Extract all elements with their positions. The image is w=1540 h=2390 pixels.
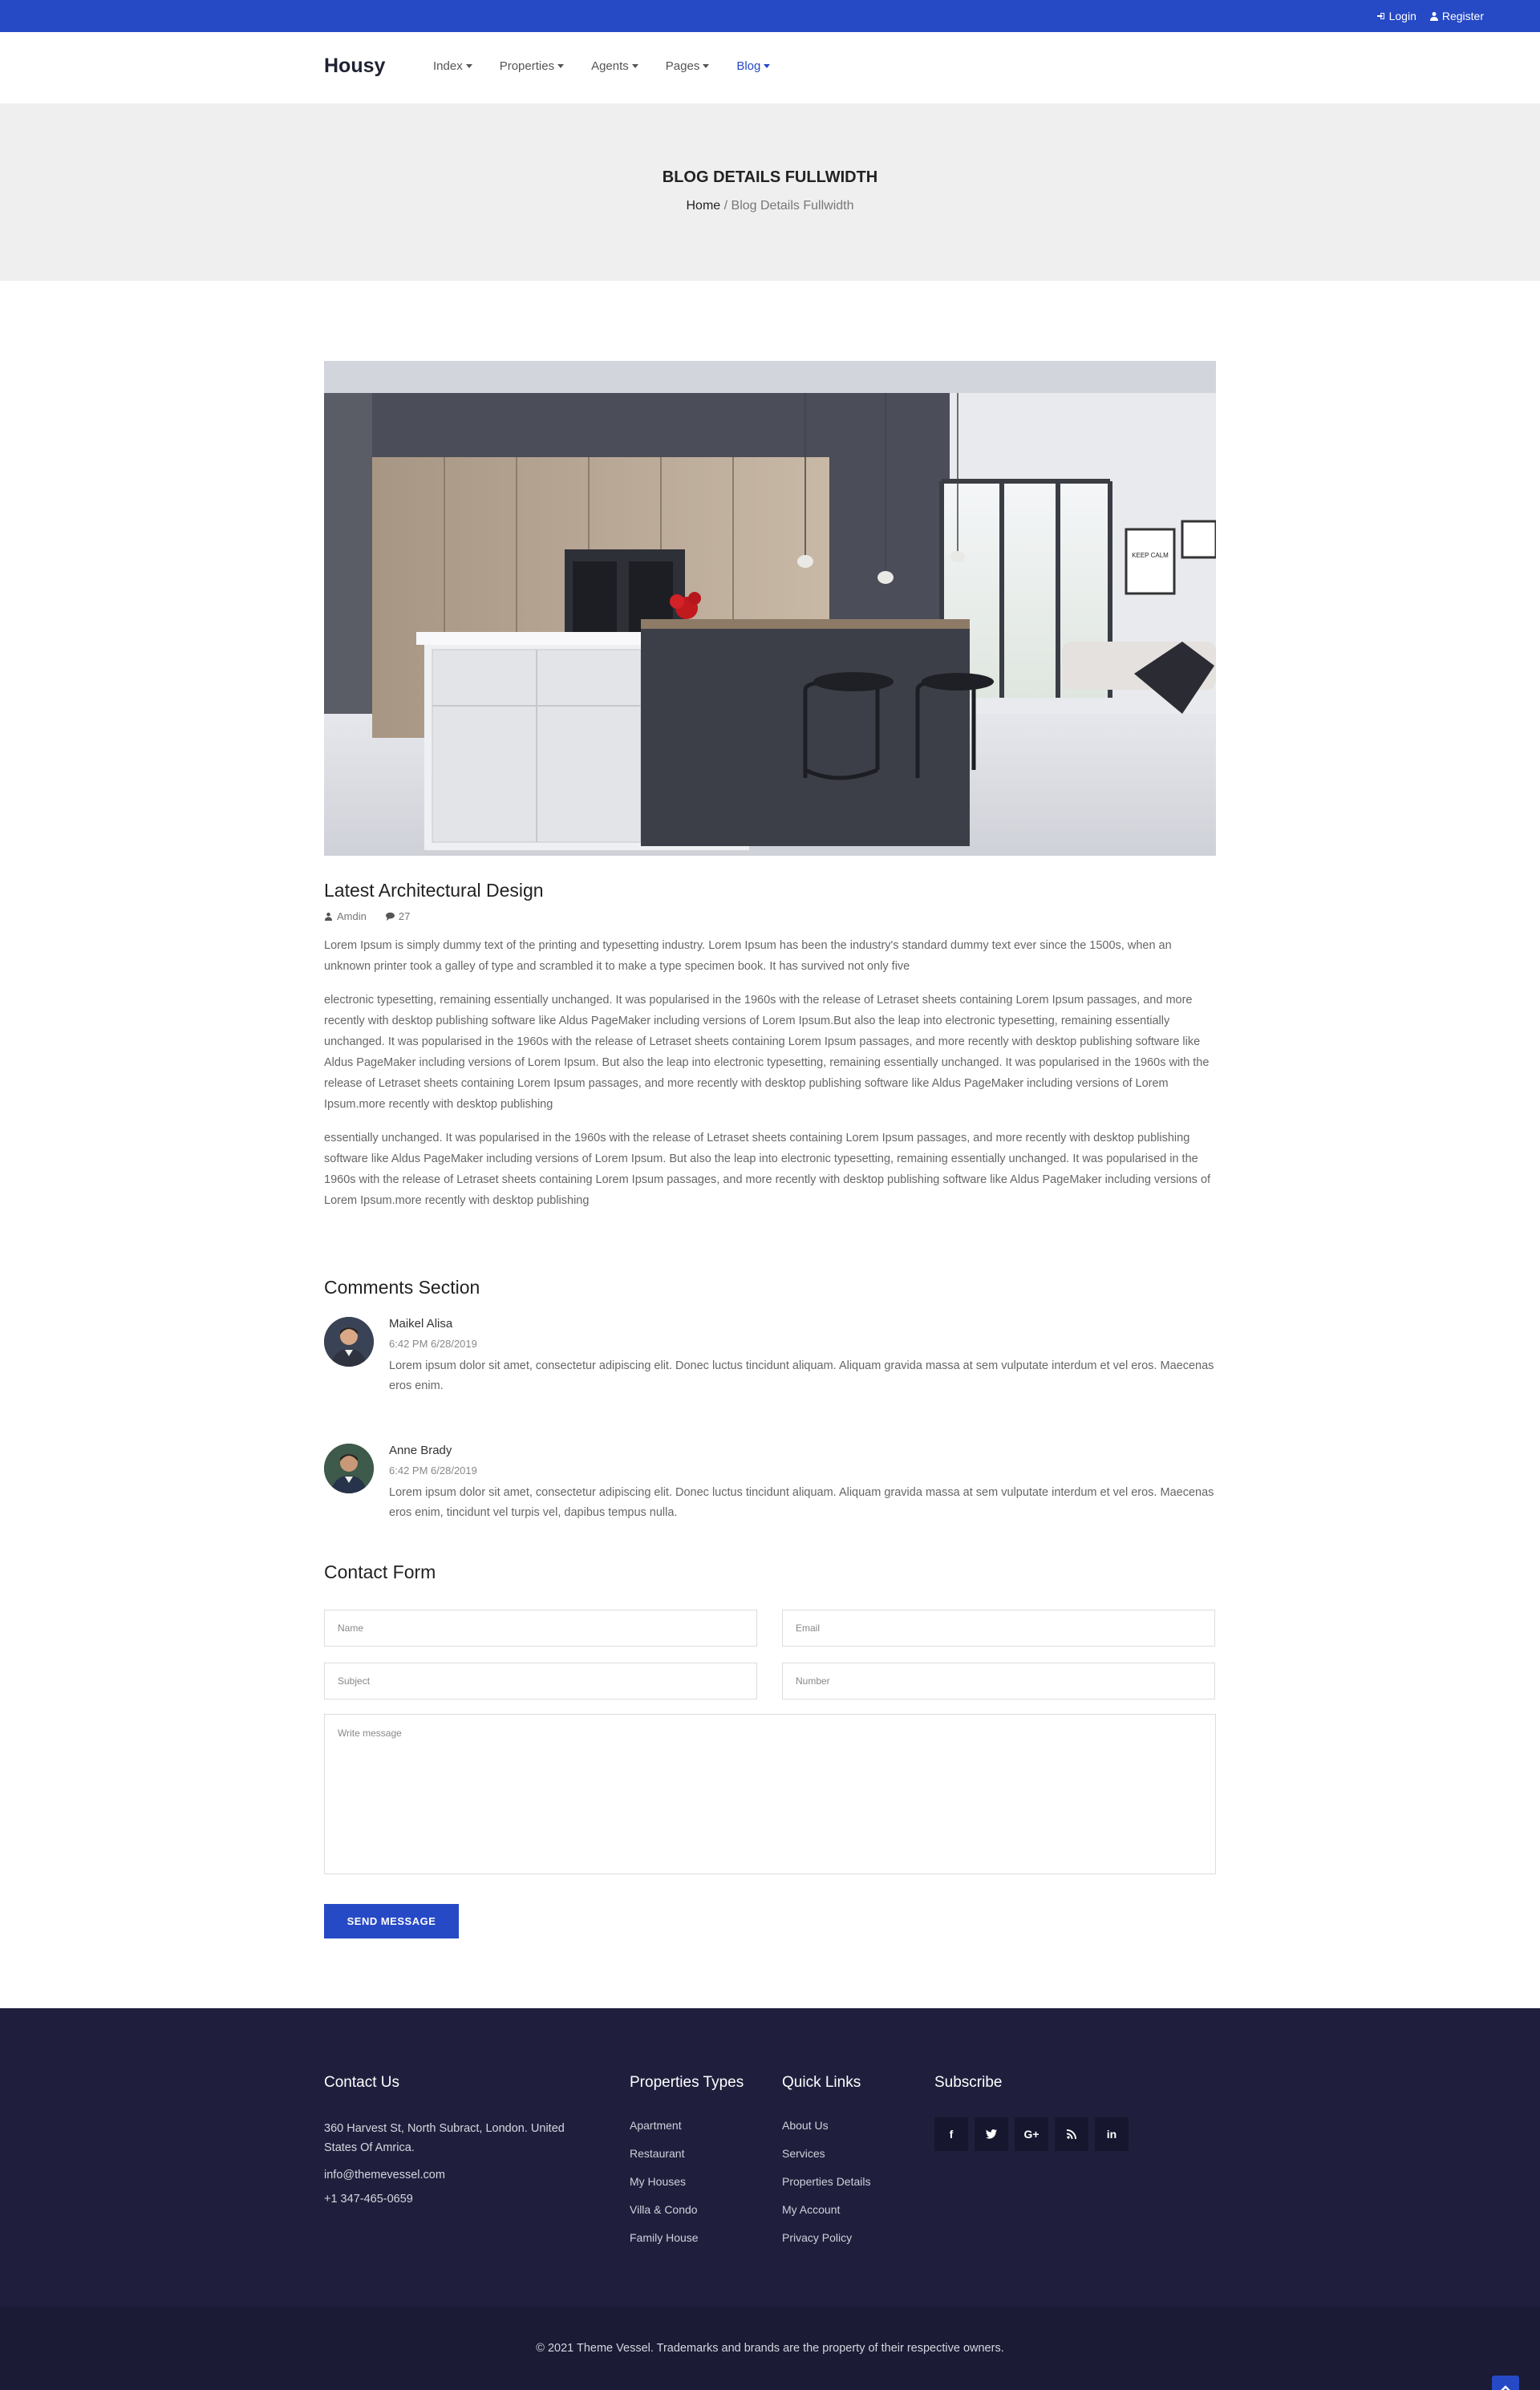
comment-author: Anne Brady bbox=[389, 1444, 452, 1457]
user-icon bbox=[324, 912, 333, 921]
footer-link[interactable]: Restaurant bbox=[630, 2147, 744, 2175]
post-comment-count[interactable]: 27 bbox=[385, 910, 411, 922]
menu-item-pages[interactable]: Pages bbox=[666, 59, 710, 73]
top-bar: Login Register bbox=[0, 0, 1540, 32]
menu-item-blog[interactable]: Blog bbox=[736, 59, 771, 73]
comment-text: Lorem ipsum dolor sit amet, consectetur … bbox=[389, 1486, 1214, 1519]
name-input[interactable]: Name bbox=[324, 1610, 757, 1647]
page-banner: Blog Details Fullwidth Home / Blog Detai… bbox=[0, 104, 1540, 281]
comment-icon bbox=[385, 912, 395, 921]
footer-links-heading: Quick Links bbox=[782, 2074, 861, 2091]
menu-item-label: Index bbox=[433, 59, 463, 73]
twitter-bird-icon bbox=[986, 2129, 997, 2139]
breadcrumb-current: / Blog Details Fullwidth bbox=[723, 199, 854, 213]
breadcrumb: Home / Blog Details Fullwidth bbox=[0, 199, 1540, 213]
register-link[interactable]: Register bbox=[1429, 10, 1484, 22]
footer-subscribe-heading: Subscribe bbox=[934, 2074, 1003, 2091]
login-label: Login bbox=[1388, 10, 1416, 22]
post-author-name: Amdin bbox=[337, 910, 367, 922]
caret-down-icon bbox=[631, 64, 638, 68]
message-textarea[interactable]: Write message bbox=[324, 1714, 1216, 1874]
register-label: Register bbox=[1441, 10, 1484, 22]
footer-email[interactable]: info@themevessel.com bbox=[324, 2169, 597, 2181]
avatar bbox=[324, 1444, 374, 1493]
breadcrumb-home[interactable]: Home bbox=[687, 199, 721, 213]
post-comment-count-value: 27 bbox=[398, 910, 411, 922]
footer-link[interactable]: Privacy Policy bbox=[782, 2231, 871, 2259]
send-message-button[interactable]: SEND MESSAGE bbox=[324, 1904, 459, 1938]
user-icon bbox=[1429, 12, 1438, 21]
subject-input[interactable]: Subject bbox=[324, 1663, 757, 1699]
footer-phone[interactable]: +1 347-465-0659 bbox=[324, 2193, 597, 2206]
google-plus-icon[interactable]: G+ bbox=[1015, 2117, 1048, 2151]
post-paragraph: Lorem Ipsum is simply dummy text of the … bbox=[324, 939, 1172, 973]
footer-bottom-bar: © 2021 Theme Vessel. Trademarks and bran… bbox=[0, 2307, 1540, 2390]
comments-heading: Comments Section bbox=[324, 1277, 480, 1298]
footer-address: 360 Harvest St, North Subract, London. U… bbox=[324, 2122, 565, 2154]
kitchen-illustration: KEEP CALM bbox=[324, 361, 1216, 856]
footer-subscribe: Subscribe f G+ in bbox=[934, 2074, 1129, 2151]
top-auth-links: Login Register bbox=[1376, 0, 1484, 32]
avatar-image bbox=[324, 1317, 374, 1367]
contact-form-heading: Contact Form bbox=[324, 1562, 436, 1582]
number-input[interactable]: Number bbox=[782, 1663, 1215, 1699]
poster-text: KEEP CALM bbox=[1132, 552, 1169, 559]
footer-types-heading: Properties Types bbox=[630, 2074, 744, 2091]
caret-down-icon bbox=[465, 64, 472, 68]
chevron-up-icon bbox=[1501, 2385, 1510, 2390]
footer-contact: Contact Us 360 Harvest St, North Subract… bbox=[324, 2074, 597, 2206]
post-title: Latest Architectural Design bbox=[324, 880, 544, 901]
footer-link[interactable]: My Account bbox=[782, 2203, 871, 2231]
menu-item-label: Pages bbox=[665, 59, 700, 73]
site-logo[interactable]: Housy bbox=[324, 55, 385, 78]
footer-link[interactable]: About Us bbox=[782, 2119, 871, 2147]
post-paragraph: essentially unchanged. It was popularise… bbox=[324, 1132, 1211, 1207]
login-icon bbox=[1376, 13, 1384, 19]
comment-body: Anne Brady 6:42 PM 6/28/2019 Lorem ipsum… bbox=[389, 1444, 1215, 1523]
social-links: f G+ in bbox=[934, 2117, 1129, 2151]
copyright-text: © 2021 Theme Vessel. Trademarks and bran… bbox=[536, 2342, 1004, 2355]
footer-property-types: Properties Types Apartment Restaurant My… bbox=[630, 2074, 744, 2259]
rss-icon[interactable] bbox=[1055, 2117, 1088, 2151]
caret-down-icon bbox=[703, 64, 710, 68]
avatar-image bbox=[324, 1444, 374, 1493]
menu-item-agents[interactable]: Agents bbox=[591, 59, 638, 73]
blog-hero-image: KEEP CALM bbox=[324, 361, 1216, 856]
footer-link[interactable]: Properties Details bbox=[782, 2175, 871, 2203]
post-paragraph: electronic typesetting, remaining essent… bbox=[324, 994, 1210, 1111]
footer-link[interactable]: Apartment bbox=[630, 2119, 744, 2147]
caret-down-icon bbox=[557, 64, 565, 68]
menu-item-properties[interactable]: Properties bbox=[499, 59, 565, 73]
footer-link[interactable]: Villa & Condo bbox=[630, 2203, 744, 2231]
avatar bbox=[324, 1317, 374, 1367]
comment-body: Maikel Alisa 6:42 PM 6/28/2019 Lorem ips… bbox=[389, 1317, 1215, 1396]
facebook-icon[interactable]: f bbox=[934, 2117, 968, 2151]
footer-link[interactable]: My Houses bbox=[630, 2175, 744, 2203]
menu-item-label: Agents bbox=[591, 59, 629, 73]
main-navbar: Housy Index Properties Agents Pages Blog bbox=[0, 32, 1540, 104]
footer-link[interactable]: Family House bbox=[630, 2231, 744, 2259]
post-author[interactable]: Amdin bbox=[324, 910, 367, 922]
post-meta: Amdin 27 bbox=[324, 910, 410, 922]
footer: Contact Us 360 Harvest St, North Subract… bbox=[0, 2008, 1540, 2307]
comment-time: 6:42 PM 6/28/2019 bbox=[389, 1338, 477, 1350]
page-title: Blog Details Fullwidth bbox=[662, 168, 878, 186]
footer-quick-links: Quick Links About Us Services Properties… bbox=[782, 2074, 871, 2259]
caret-down-icon bbox=[764, 64, 771, 68]
comment-text: Lorem ipsum dolor sit amet, consectetur … bbox=[389, 1359, 1214, 1392]
footer-contact-heading: Contact Us bbox=[324, 2074, 399, 2091]
menu-item-label: Properties bbox=[499, 59, 555, 73]
linkedin-icon[interactable]: in bbox=[1095, 2117, 1129, 2151]
email-input[interactable]: Email bbox=[782, 1610, 1215, 1647]
menu-item-index[interactable]: Index bbox=[433, 59, 472, 73]
main-menu: Index Properties Agents Pages Blog bbox=[433, 59, 797, 73]
comment-author: Maikel Alisa bbox=[389, 1317, 453, 1331]
back-to-top-button[interactable] bbox=[1492, 2376, 1519, 2390]
menu-item-label: Blog bbox=[736, 59, 761, 73]
login-link[interactable]: Login bbox=[1376, 10, 1416, 22]
rss-symbol-icon bbox=[1067, 2129, 1076, 2139]
comment-time: 6:42 PM 6/28/2019 bbox=[389, 1464, 477, 1477]
twitter-icon[interactable] bbox=[975, 2117, 1008, 2151]
footer-link[interactable]: Services bbox=[782, 2147, 871, 2175]
